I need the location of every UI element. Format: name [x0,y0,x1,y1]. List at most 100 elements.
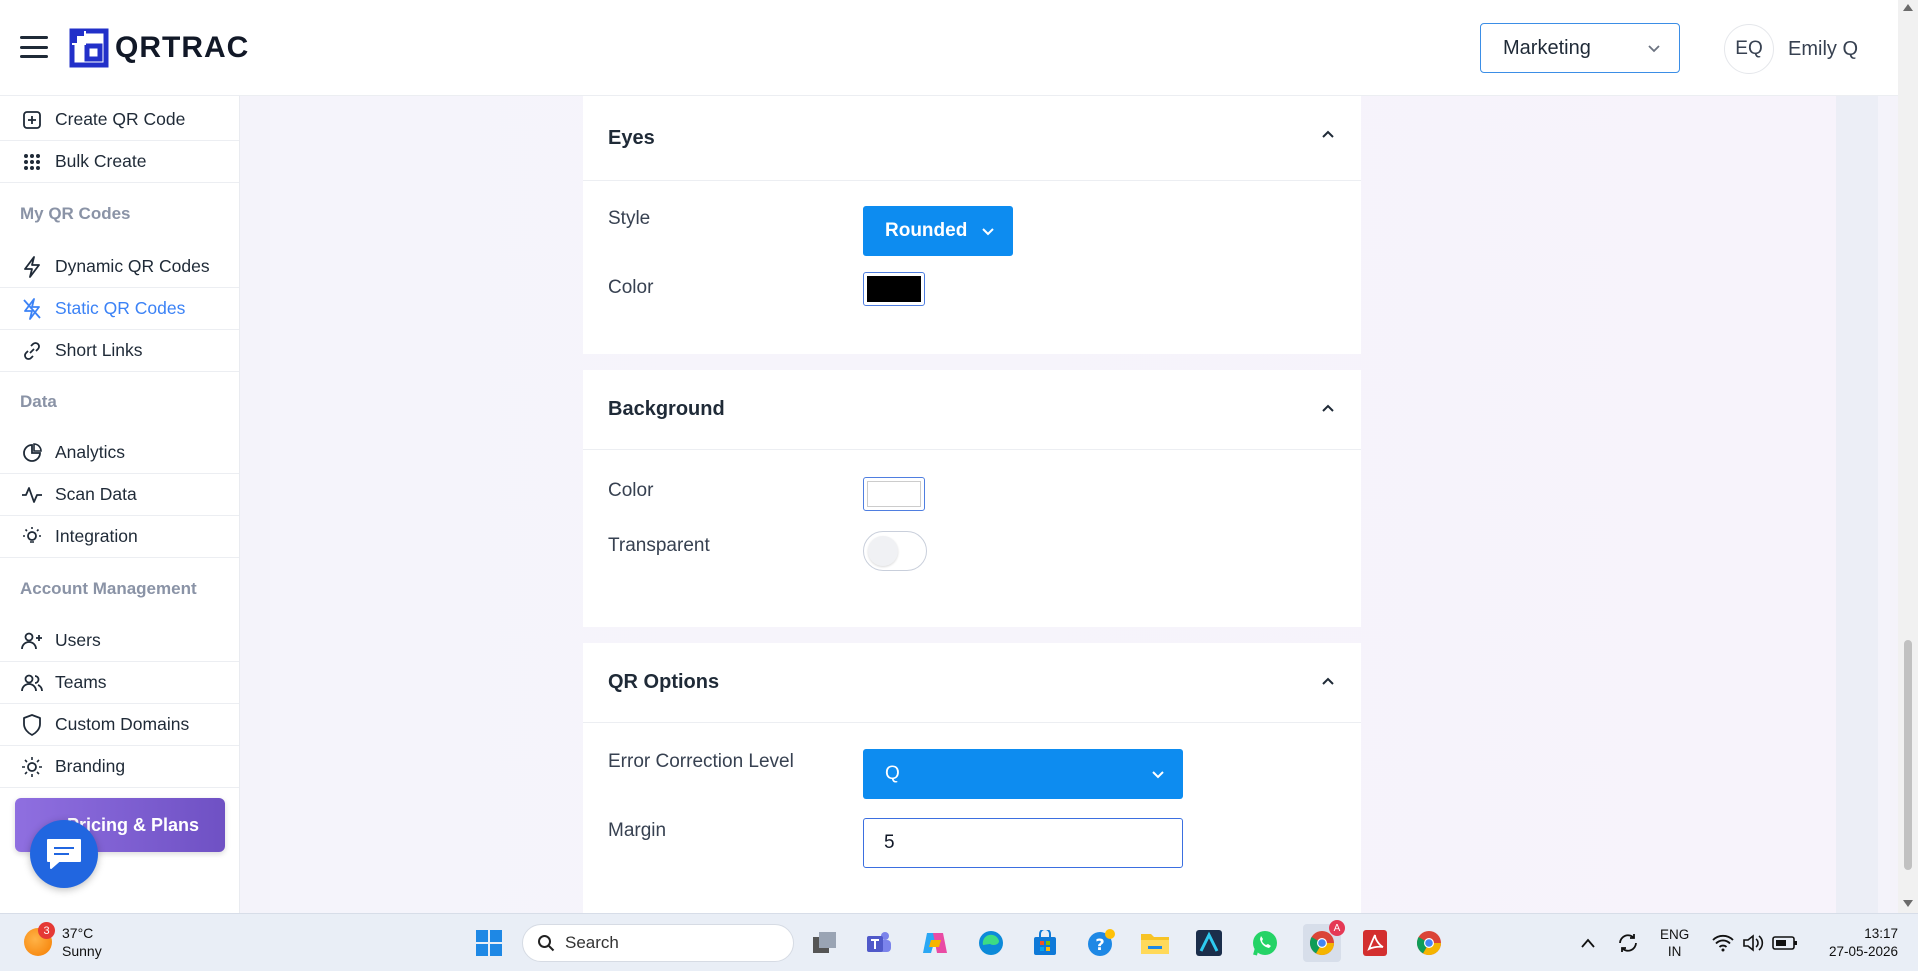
activity-icon [20,483,44,507]
eyes-style-dropdown[interactable]: Rounded [863,206,1013,256]
task-view-icon[interactable] [808,926,842,960]
edge-browser-icon[interactable] [974,926,1008,960]
sidebar-item-scan-data[interactable]: Scan Data [0,474,239,516]
battery-icon[interactable] [1772,914,1798,971]
eyes-color-label: Color [608,277,654,298]
sidebar-item-label: Analytics [55,442,126,462]
error-correction-dropdown[interactable]: Q [863,749,1183,799]
eyes-panel-header[interactable]: Eyes [583,96,1361,181]
taskbar-search[interactable]: Search [522,924,794,962]
background-color-swatch[interactable] [863,477,925,511]
show-hidden-icons-icon[interactable] [1580,914,1596,971]
sidebar-item-label: Users [55,630,101,650]
sidebar-item-short-links[interactable]: Short Links [0,330,239,372]
user-name: Emily Q [1788,37,1858,60]
brand-logo[interactable]: QRTRAC [69,28,249,68]
acrobat-reader-icon[interactable] [1358,926,1392,960]
language-indicator[interactable]: ENG IN [1660,914,1689,971]
sidebar-item-label: Integration [55,526,138,546]
sidebar-item-label: Custom Domains [55,714,190,734]
sidebar-item-users[interactable]: Users [0,620,239,662]
temperature: 37°C [62,925,94,941]
chevron-down-icon [1152,771,1164,779]
sync-icon[interactable] [1616,914,1640,971]
sidebar-item-analytics[interactable]: Analytics [0,432,239,474]
sidebar-item-dynamic-qr-codes[interactable]: Dynamic QR Codes [0,246,239,288]
chat-bubble-icon [47,839,81,869]
user-menu[interactable]: EQ Emily Q [1724,24,1858,74]
panel-title: QR Options [608,671,720,693]
sidebar-item-label: Branding [55,756,126,776]
sidebar-item-label: Scan Data [55,484,137,504]
autodesk-icon[interactable] [1192,926,1226,960]
get-help-icon[interactable]: ? [1084,926,1118,960]
background-panel-header[interactable]: Background [583,370,1361,450]
sidebar-item-label: Short Links [55,340,143,360]
sidebar-item-create-qr-code[interactable]: Create QR Code [0,99,239,141]
chrome-profile-icon[interactable]: A [1303,920,1345,962]
wifi-icon[interactable] [1712,914,1734,971]
toggle-knob [868,536,898,566]
eyes-color-swatch[interactable] [863,272,925,306]
transparent-label: Transparent [608,535,710,556]
bulb-icon [20,525,44,549]
qrtrac-logo-icon [69,28,109,68]
scroll-up-arrow-icon[interactable] [1903,4,1913,11]
chrome-profile-badge: A [1329,920,1345,936]
section-heading-data: Data [20,392,57,411]
lightning-icon [20,255,44,279]
panel-title: Eyes [608,126,655,149]
error-correction-value: Q [885,763,900,784]
grid-dots-icon [20,150,44,174]
eyes-style-label: Style [608,208,651,229]
sidebar-item-label: Static QR Codes [55,298,186,318]
weather-widget[interactable]: 3 37°C Sunny [24,922,102,960]
qr-options-panel: QR Options Error Correction Level Q Marg… [583,643,1361,913]
sidebar-item-teams[interactable]: Teams [0,662,239,704]
page-scrollbar[interactable] [1898,0,1918,913]
panel-title: Background [608,398,725,420]
chat-support-button[interactable] [30,820,98,888]
file-explorer-icon[interactable] [1138,926,1172,960]
sidebar-item-static-qr-codes[interactable]: Static QR Codes [0,288,239,330]
svg-text:?: ? [1095,935,1104,954]
transparent-toggle[interactable] [863,531,927,571]
team-select-value: Marketing [1503,36,1591,59]
user-plus-icon [20,629,44,653]
teams-icon[interactable] [862,926,896,960]
team-select[interactable]: Marketing [1480,23,1680,73]
language-region: IN [1667,944,1682,959]
lightning-off-icon [20,297,44,321]
windows-taskbar: 3 37°C Sunny Search ? A ENG IN 13:17 27-… [0,913,1918,971]
eyes-panel: Eyes Style Rounded Color [583,96,1361,354]
chrome-icon[interactable] [1412,926,1446,960]
scrollbar-thumb[interactable] [1904,640,1912,870]
microsoft-store-icon[interactable] [1028,926,1062,960]
search-placeholder: Search [565,933,619,952]
background-color-label: Color [608,480,654,501]
windows-start-icon[interactable] [472,926,506,960]
sun-icon [20,755,44,779]
qr-options-panel-header[interactable]: QR Options [583,643,1361,723]
hamburger-menu-icon[interactable] [20,36,48,58]
sidebar-item-branding[interactable]: Branding [0,746,239,788]
sidebar-item-label: Create QR Code [55,109,186,129]
brand-name: QRTRAC [115,31,250,64]
scroll-down-arrow-icon[interactable] [1903,900,1913,907]
weather-sun-icon: 3 [24,922,55,956]
margin-input[interactable] [863,818,1183,868]
plus-square-icon [20,108,44,132]
volume-icon[interactable] [1742,914,1764,971]
sidebar-item-label: Dynamic QR Codes [55,256,210,276]
copilot-icon[interactable] [918,926,952,960]
sidebar-item-bulk-create[interactable]: Bulk Create [0,141,239,183]
shield-icon [20,713,44,737]
sidebar-item-custom-domains[interactable]: Custom Domains [0,704,239,746]
sidebar: Create QR Code Bulk Create My QR Codes D… [0,96,240,913]
weather-badge: 3 [38,922,55,939]
top-header: QRTRAC Marketing EQ Emily Q [0,0,1898,96]
sidebar-item-integration[interactable]: Integration [0,516,239,558]
clock[interactable]: 13:17 27-05-2026 [1818,914,1898,971]
weather-condition: Sunny [62,943,102,959]
whatsapp-icon[interactable] [1248,926,1282,960]
